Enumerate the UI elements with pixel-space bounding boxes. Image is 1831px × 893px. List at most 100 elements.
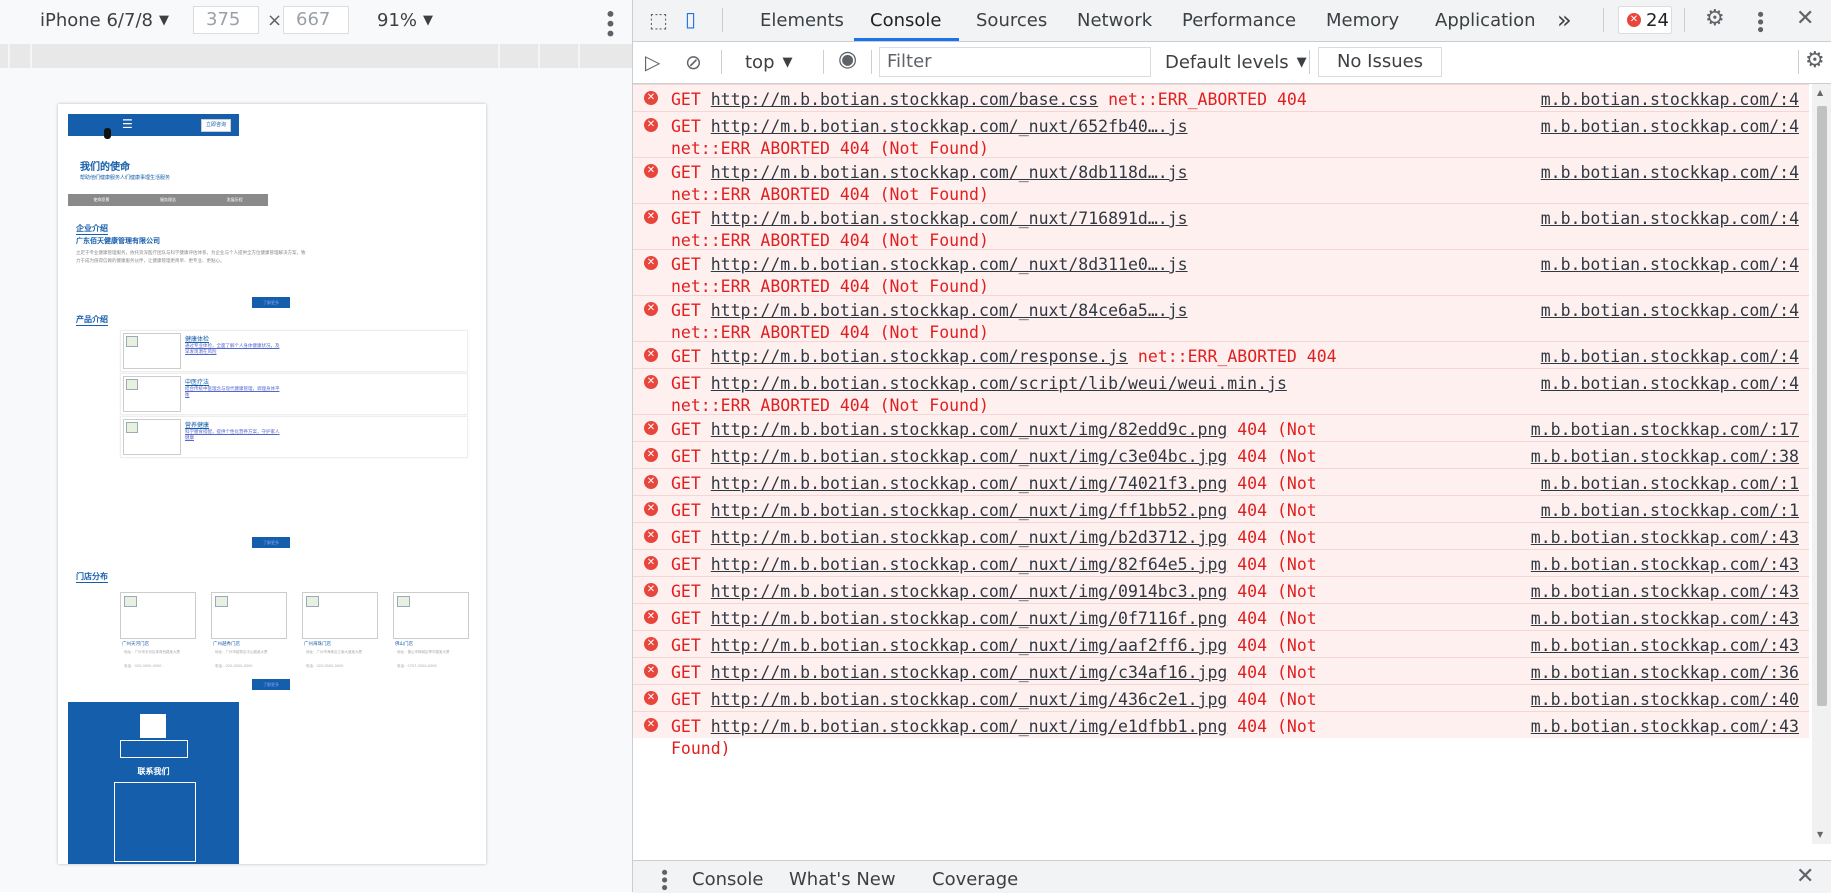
request-url-link[interactable]: http://m.b.botian.stockkap.com/_nuxt/img… xyxy=(711,690,1228,709)
product-card[interactable]: 中医疗法 结合传统中医理念与现代健康管理，调理身体平衡 xyxy=(120,373,468,415)
emulated-page-viewport[interactable]: ☰ 立即咨询 我们的使命 帮助他们健康服务人们健康事理生活服务 使命愿景 服务理… xyxy=(58,104,486,864)
product-title[interactable]: 中医疗法 xyxy=(185,377,209,386)
device-select[interactable]: iPhone 6/7/8 ▼ xyxy=(40,10,169,31)
console-error-row[interactable]: ✕ GET http://m.b.botian.stockkap.com/_nux… xyxy=(633,603,1809,650)
product-card[interactable]: 营养健康 科学膳食搭配，提供个性化营养方案，守护家人健康 xyxy=(120,416,468,458)
source-location-link[interactable]: m.b.botian.stockkap.com/:4 xyxy=(1541,254,1799,276)
sidebar-toggle-icon[interactable]: ▷ xyxy=(645,52,660,72)
hamburger-menu-icon[interactable]: ☰ xyxy=(122,118,133,130)
console-error-row[interactable]: ✕ GET http://m.b.botian.stockkap.com/_nux… xyxy=(633,111,1809,158)
mission-tab[interactable]: 使命愿景 xyxy=(93,197,109,203)
store-card[interactable]: 广州天河门店 地址：广州市天河区体育西路某大厦 电话：020-0000-0000 xyxy=(120,592,196,672)
console-error-row[interactable]: ✕ GET http://m.b.botian.stockkap.com/_nux… xyxy=(633,295,1809,342)
context-select[interactable]: top ▼ xyxy=(745,52,793,73)
source-location-link[interactable]: m.b.botian.stockkap.com/:4 xyxy=(1541,116,1799,138)
tab-application[interactable]: Application xyxy=(1435,10,1536,31)
request-url-link[interactable]: http://m.b.botian.stockkap.com/_nuxt/img… xyxy=(711,474,1228,493)
source-location-link[interactable]: m.b.botian.stockkap.com/:1 xyxy=(1541,500,1799,522)
tab-performance[interactable]: Performance xyxy=(1182,10,1296,31)
consult-button[interactable]: 立即咨询 xyxy=(201,119,231,132)
request-url-link[interactable]: http://m.b.botian.stockkap.com/script/li… xyxy=(711,374,1287,393)
console-error-row[interactable]: ✕ GET http://m.b.botian.stockkap.com/base… xyxy=(633,84,1809,131)
request-url-link[interactable]: http://m.b.botian.stockkap.com/base.css xyxy=(711,90,1098,109)
console-error-row[interactable]: ✕ GET http://m.b.botian.stockkap.com/_nux… xyxy=(633,495,1809,542)
drawer-tab-whats-new[interactable]: What's New xyxy=(789,869,896,890)
source-location-link[interactable]: m.b.botian.stockkap.com/:4 xyxy=(1541,373,1799,395)
console-error-row[interactable]: ✕ GET http://m.b.botian.stockkap.com/_nux… xyxy=(633,630,1809,677)
scroll-down-icon[interactable]: ▼ xyxy=(1817,830,1823,839)
scroll-up-icon[interactable]: ▲ xyxy=(1817,88,1823,97)
source-location-link[interactable]: m.b.botian.stockkap.com/:1 xyxy=(1541,473,1799,495)
console-scrollbar[interactable]: ▲ ▼ xyxy=(1812,84,1831,844)
source-location-link[interactable]: m.b.botian.stockkap.com/:43 xyxy=(1531,581,1799,603)
source-location-link[interactable]: m.b.botian.stockkap.com/:4 xyxy=(1541,300,1799,322)
media-query-ruler[interactable] xyxy=(0,44,632,68)
live-expression-eye-icon[interactable]: ◉ xyxy=(838,49,857,71)
customize-menu-icon[interactable]: ••• xyxy=(1749,9,1770,32)
tab-sources[interactable]: Sources xyxy=(976,10,1047,31)
request-url-link[interactable]: http://m.b.botian.stockkap.com/_nuxt/8db… xyxy=(711,163,1188,182)
source-location-link[interactable]: m.b.botian.stockkap.com/:17 xyxy=(1531,419,1799,441)
issues-button[interactable]: No Issues xyxy=(1318,47,1442,77)
company-more-button[interactable]: 了解更多 xyxy=(252,297,290,308)
console-error-row[interactable]: ✕ GET http://m.b.botian.stockkap.com/_nux… xyxy=(633,249,1809,296)
stores-more-button[interactable]: 了解更多 xyxy=(252,679,290,690)
mission-tab[interactable]: 服务理念 xyxy=(160,197,176,203)
source-location-link[interactable]: m.b.botian.stockkap.com/:43 xyxy=(1531,635,1799,657)
request-url-link[interactable]: http://m.b.botian.stockkap.com/_nuxt/img… xyxy=(711,447,1228,466)
products-more-button[interactable]: 了解更多 xyxy=(252,537,290,548)
source-location-link[interactable]: m.b.botian.stockkap.com/:43 xyxy=(1531,527,1799,549)
source-location-link[interactable]: m.b.botian.stockkap.com/:4 xyxy=(1541,346,1799,368)
request-url-link[interactable]: http://m.b.botian.stockkap.com/_nuxt/img… xyxy=(711,555,1228,574)
product-desc[interactable]: 科学膳食搭配，提供个性化营养方案，守护家人健康 xyxy=(185,430,280,442)
console-error-row[interactable]: ✕ GET http://m.b.botian.stockkap.com/_nux… xyxy=(633,576,1809,623)
console-messages[interactable]: ✕ GET http://m.b.botian.stockkap.com/base… xyxy=(633,84,1809,844)
console-error-row[interactable]: ✕ GET http://m.b.botian.stockkap.com/_nux… xyxy=(633,522,1809,569)
console-error-row[interactable]: ✕ GET http://m.b.botian.stockkap.com/_nux… xyxy=(633,711,1809,758)
source-location-link[interactable]: m.b.botian.stockkap.com/:43 xyxy=(1531,716,1799,738)
log-levels-select[interactable]: Default levels ▼ xyxy=(1165,52,1307,73)
product-card[interactable]: 健康体检 通过专业体检，全面了解个人身体健康状况，及早发现潜在风险 xyxy=(120,330,468,372)
more-options-icon[interactable]: ••• xyxy=(598,8,622,37)
settings-gear-icon[interactable]: ⚙ xyxy=(1705,8,1725,30)
tab-memory[interactable]: Memory xyxy=(1326,10,1399,31)
mission-tab[interactable]: 发展历程 xyxy=(227,197,243,203)
request-url-link[interactable]: http://m.b.botian.stockkap.com/_nuxt/img… xyxy=(711,582,1228,601)
scrollbar-thumb[interactable] xyxy=(1817,106,1827,706)
store-card[interactable]: 广州越秀门店 地址：广州市越秀区中山路某大厦 电话：020-0000-0000 xyxy=(211,592,287,672)
source-location-link[interactable]: m.b.botian.stockkap.com/:4 xyxy=(1541,208,1799,230)
request-url-link[interactable]: http://m.b.botian.stockkap.com/response.… xyxy=(711,347,1128,366)
console-error-row[interactable]: ✕ GET http://m.b.botian.stockkap.com/_nux… xyxy=(633,468,1809,515)
source-location-link[interactable]: m.b.botian.stockkap.com/:43 xyxy=(1531,608,1799,630)
product-desc[interactable]: 通过专业体检，全面了解个人身体健康状况，及早发现潜在风险 xyxy=(185,344,280,356)
console-error-row[interactable]: ✕ GET http://m.b.botian.stockkap.com/_nux… xyxy=(633,684,1809,731)
clear-console-icon[interactable]: ⊘ xyxy=(685,52,702,72)
console-error-row[interactable]: ✕ GET http://m.b.botian.stockkap.com/_nux… xyxy=(633,203,1809,250)
console-error-row[interactable]: ✕ GET http://m.b.botian.stockkap.com/_nux… xyxy=(633,441,1809,488)
inspect-element-icon[interactable]: ⬚ xyxy=(649,10,668,30)
error-count-badge[interactable]: ✕ 24 xyxy=(1618,6,1672,34)
console-filter-input[interactable]: Filter xyxy=(879,47,1151,77)
request-url-link[interactable]: http://m.b.botian.stockkap.com/_nuxt/img… xyxy=(711,501,1228,520)
tab-elements[interactable]: Elements xyxy=(760,10,844,31)
drawer-tab-coverage[interactable]: Coverage xyxy=(932,869,1018,890)
console-error-row[interactable]: ✕ GET http://m.b.botian.stockkap.com/resp… xyxy=(633,341,1809,388)
tab-console[interactable]: Console xyxy=(870,10,941,31)
source-location-link[interactable]: m.b.botian.stockkap.com/:38 xyxy=(1531,446,1799,468)
request-url-link[interactable]: http://m.b.botian.stockkap.com/_nuxt/img… xyxy=(711,663,1228,682)
tab-network[interactable]: Network xyxy=(1077,10,1152,31)
close-icon[interactable]: ✕ xyxy=(1796,8,1814,30)
console-error-row[interactable]: ✕ GET http://m.b.botian.stockkap.com/scri… xyxy=(633,368,1809,415)
console-error-row[interactable]: ✕ GET http://m.b.botian.stockkap.com/_nux… xyxy=(633,657,1809,704)
drawer-close-icon[interactable]: ✕ xyxy=(1796,866,1814,888)
request-url-link[interactable]: http://m.b.botian.stockkap.com/_nuxt/img… xyxy=(711,528,1228,547)
source-location-link[interactable]: m.b.botian.stockkap.com/:4 xyxy=(1541,162,1799,184)
source-location-link[interactable]: m.b.botian.stockkap.com/:36 xyxy=(1531,662,1799,684)
request-url-link[interactable]: http://m.b.botian.stockkap.com/_nuxt/8d3… xyxy=(711,255,1188,274)
request-url-link[interactable]: http://m.b.botian.stockkap.com/_nuxt/img… xyxy=(711,420,1228,439)
request-url-link[interactable]: http://m.b.botian.stockkap.com/_nuxt/716… xyxy=(711,209,1188,228)
more-tabs-icon[interactable]: » xyxy=(1557,6,1572,34)
console-error-row[interactable]: ✕ GET http://m.b.botian.stockkap.com/_nux… xyxy=(633,157,1809,204)
product-title[interactable]: 健康体检 xyxy=(185,334,209,343)
source-location-link[interactable]: m.b.botian.stockkap.com/:4 xyxy=(1541,89,1799,111)
